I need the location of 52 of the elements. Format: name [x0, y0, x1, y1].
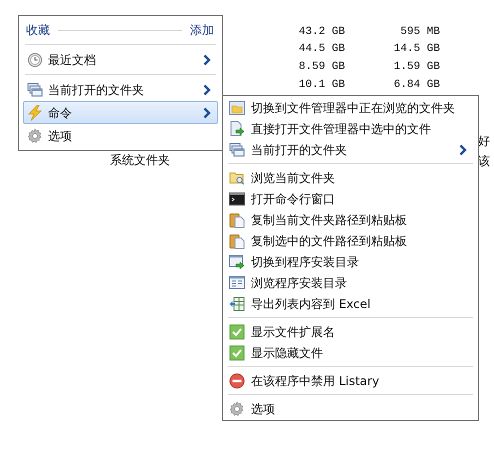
menu-item[interactable]: 切换到文件管理器中正在浏览的文件夹 — [226, 97, 475, 118]
table-cell-text: 6.84 GB — [392, 78, 440, 91]
menu-heading: 收藏 — [26, 22, 50, 38]
menu-item[interactable]: 选项 — [226, 398, 475, 419]
window-list-icon — [229, 274, 245, 290]
menu-item[interactable]: 最近文档 — [23, 48, 218, 71]
menu-item[interactable]: 复制选中的文件路径到粘贴板 — [226, 230, 475, 251]
menu-item[interactable]: 在该程序中禁用 Listary — [226, 370, 475, 391]
table-cell-text: 43.2 GB — [298, 26, 345, 38]
add-link[interactable]: 添加 — [190, 22, 214, 38]
menu-item[interactable]: 复制当前文件夹路径到粘贴板 — [226, 209, 475, 230]
lightning-icon — [27, 104, 43, 120]
menu-item[interactable]: 当前打开的文件夹 — [226, 139, 475, 160]
file-arrow-icon — [229, 120, 245, 136]
menu-item[interactable]: 显示隐藏文件 — [226, 342, 475, 363]
menu-item[interactable]: 选项 — [23, 124, 218, 147]
stop-icon — [229, 372, 245, 388]
table-cell-text: 595 MB — [399, 26, 440, 38]
settings-icon — [27, 128, 43, 144]
windows-icon — [27, 82, 43, 98]
terminal-icon — [229, 190, 245, 206]
checkbox[interactable] — [229, 344, 245, 360]
table-export-icon — [229, 296, 245, 312]
folder-icon — [229, 100, 245, 116]
table-cell-text: 44.5 GB — [298, 43, 345, 56]
table-cell-text: 8.59 GB — [298, 60, 345, 73]
menu-item[interactable]: 导出列表内容到 Excel — [226, 293, 475, 314]
clipboard-icon — [229, 232, 245, 248]
clock-icon — [27, 52, 43, 68]
menu-item[interactable]: 切换到程序安装目录 — [226, 251, 475, 272]
chevron-icon — [203, 54, 211, 66]
folder-type-label: 系统文件夹 — [110, 152, 170, 169]
chevron-icon — [203, 84, 211, 96]
menu-item[interactable]: 打开命令行窗口 — [226, 188, 475, 209]
menu-item[interactable]: 显示文件扩展名 — [226, 321, 475, 342]
settings-icon — [229, 400, 245, 416]
text-fragment: 好 — [478, 133, 490, 150]
menu-item[interactable]: 当前打开的文件夹 — [23, 78, 218, 101]
table-cell-text: 10.1 GB — [298, 78, 345, 91]
folder-search-icon — [229, 170, 245, 186]
windows-icon — [229, 142, 245, 158]
menu-item[interactable]: 浏览当前文件夹 — [226, 167, 475, 188]
menu-item[interactable]: 浏览程序安装目录 — [226, 272, 475, 293]
text-fragment: 该 — [478, 153, 490, 170]
clipboard-icon — [229, 212, 245, 228]
chevron-icon — [459, 144, 467, 156]
menu-item[interactable]: 命令 — [23, 101, 218, 124]
chevron-icon — [203, 106, 211, 118]
checkbox[interactable] — [229, 324, 245, 340]
table-cell-text: 1.59 GB — [392, 60, 440, 73]
table-cell-text: 14.5 GB — [392, 43, 440, 56]
menu-item[interactable]: 直接打开文件管理器中选中的文件 — [226, 118, 475, 139]
